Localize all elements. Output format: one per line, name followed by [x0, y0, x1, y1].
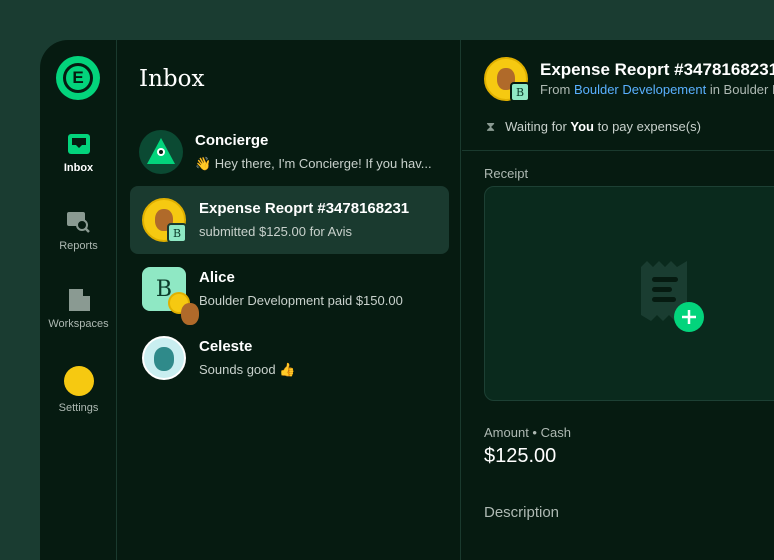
workspace-link[interactable]: Boulder Developement: [574, 82, 706, 97]
report-title: Expense Reoprt #3478168231: [540, 60, 774, 79]
receipt-add-icon: [641, 261, 704, 332]
workspace-badge: B: [167, 223, 187, 243]
receipt-upload-area[interactable]: [484, 186, 774, 401]
sidebar-item-reports[interactable]: Reports: [40, 210, 117, 252]
amount-value[interactable]: $125.00: [484, 445, 556, 468]
avatar-icon: [63, 366, 94, 396]
sidebar-item-settings[interactable]: Settings: [40, 366, 117, 414]
hourglass-icon: ⧗: [486, 119, 496, 134]
app-window: E Inbox Reports Workspaces Settings Inbo…: [40, 40, 774, 560]
sidebar-item-inbox[interactable]: Inbox: [40, 132, 117, 174]
page-title: Inbox: [139, 66, 205, 92]
reports-search-icon: [66, 210, 91, 234]
inbox-icon: [67, 132, 91, 156]
list-item-expense-report[interactable]: B Expense Reoprt #3478168231 submitted $…: [130, 186, 449, 254]
list-item-concierge[interactable]: Concierge 👋 Hey there, I'm Concierge! If…: [130, 118, 449, 186]
concierge-avatar: [139, 130, 183, 174]
user-avatar-small: [168, 292, 199, 325]
report-header: B Expense Reoprt #3478168231 From Boulde…: [462, 40, 774, 151]
list-item-alice[interactable]: B Alice Boulder Development paid $150.00: [130, 255, 449, 325]
building-icon: [67, 288, 91, 312]
expensify-logo[interactable]: E: [56, 56, 100, 100]
list-item-celeste[interactable]: Celeste Sounds good 👍: [130, 324, 449, 392]
report-pane: B Expense Reoprt #3478168231 From Boulde…: [462, 40, 774, 560]
workspace-badge: B: [510, 82, 530, 102]
celeste-avatar: [142, 336, 186, 380]
report-status: ⧗ Waiting for You to pay expense(s): [486, 119, 701, 134]
description-field[interactable]: Description: [484, 504, 559, 521]
sidebar: E Inbox Reports Workspaces Settings: [40, 40, 117, 560]
inbox-list: Inbox Concierge 👋 Hey there, I'm Concier…: [118, 40, 461, 560]
report-from: From Boulder Developement in Boulder Dev…: [540, 82, 774, 97]
sidebar-item-workspaces[interactable]: Workspaces: [40, 288, 117, 330]
